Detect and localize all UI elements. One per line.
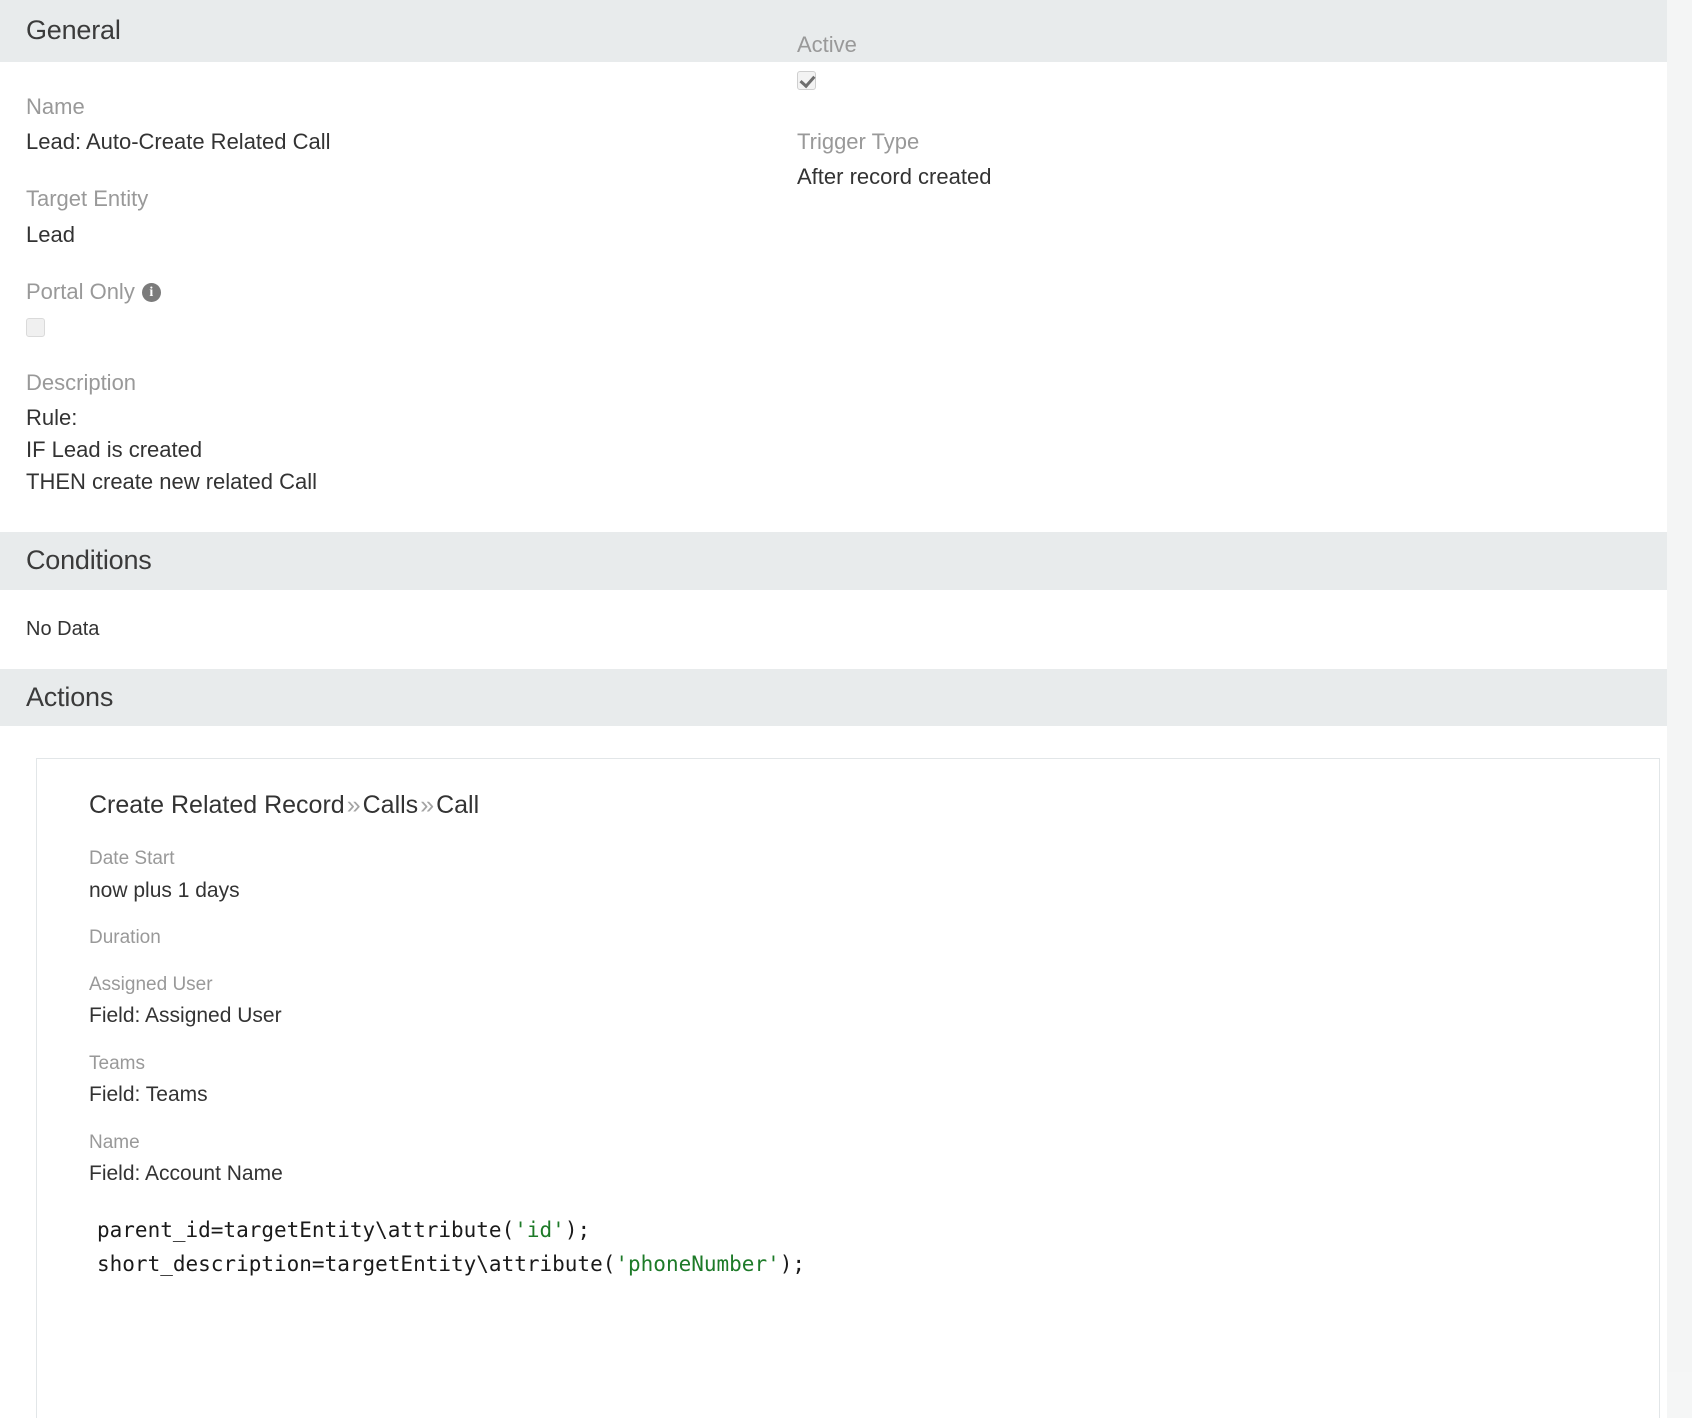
action-formula-code: parent_id=targetEntity\attribute('id'); …: [89, 1214, 1659, 1280]
action-value-name: Field: Account Name: [89, 1159, 1659, 1188]
code-line-2-post: );: [780, 1252, 805, 1276]
action-card: Create Related Record»Calls»Call Date St…: [36, 758, 1660, 1418]
action-value-assigned-user: Field: Assigned User: [89, 1001, 1659, 1030]
section-body-conditions: No Data: [0, 590, 1667, 669]
field-label-portal-only-text: Portal Only: [26, 277, 135, 307]
action-field-teams: Teams Field: Teams: [89, 1051, 1659, 1110]
code-line-2-pre: short_description=targetEntity\attribute…: [97, 1252, 615, 1276]
action-card-title: Create Related Record»Calls»Call: [89, 789, 1659, 822]
section-header-conditions: Conditions: [0, 532, 1667, 590]
action-title-main: Create Related Record: [89, 791, 345, 819]
action-title-separator-2: »: [418, 791, 436, 819]
code-line-1-post: );: [565, 1218, 590, 1242]
field-portal-only: Portal Only i: [26, 277, 834, 342]
action-label-name: Name: [89, 1130, 1659, 1157]
portal-only-checkbox[interactable]: [26, 318, 45, 337]
general-right-column: Active Trigger Type After record created: [797, 30, 1497, 193]
field-value-description: Rule: IF Lead is created THEN create new…: [26, 402, 834, 498]
field-target-entity: Target Entity Lead: [26, 184, 834, 251]
field-name: Name Lead: Auto-Create Related Call: [26, 92, 834, 159]
field-label-portal-only: Portal Only i: [26, 277, 834, 307]
field-label-name: Name: [26, 92, 834, 122]
action-field-assigned-user: Assigned User Field: Assigned User: [89, 972, 1659, 1031]
action-field-date-start: Date Start now plus 1 days: [89, 846, 1659, 905]
section-body-actions: Create Related Record»Calls»Call Date St…: [0, 726, 1667, 1418]
action-value-date-start: now plus 1 days: [89, 876, 1659, 905]
field-label-active: Active: [797, 30, 1497, 60]
section-body-general: Name Lead: Auto-Create Related Call Targ…: [0, 62, 1667, 532]
field-trigger-type: Trigger Type After record created: [797, 127, 1497, 194]
code-line-1-pre: parent_id=targetEntity\attribute(: [97, 1218, 514, 1242]
field-label-target-entity: Target Entity: [26, 184, 834, 214]
action-title-entity: Call: [436, 791, 479, 819]
code-line-1-string: 'id': [514, 1218, 565, 1242]
section-header-actions: Actions: [0, 669, 1667, 727]
action-field-name: Name Field: Account Name: [89, 1130, 1659, 1189]
action-label-assigned-user: Assigned User: [89, 972, 1659, 999]
field-description: Description Rule: IF Lead is created THE…: [26, 368, 834, 498]
general-field-grid: Name Lead: Auto-Create Related Call Targ…: [0, 62, 1667, 532]
action-title-link[interactable]: Calls: [363, 791, 419, 819]
action-label-duration: Duration: [89, 925, 1659, 952]
field-value-name: Lead: Auto-Create Related Call: [26, 126, 834, 158]
active-checkbox[interactable]: [797, 71, 816, 90]
field-label-description: Description: [26, 368, 834, 398]
general-left-column: Name Lead: Auto-Create Related Call Targ…: [0, 92, 834, 498]
field-value-trigger-type: After record created: [797, 161, 1497, 193]
action-value-teams: Field: Teams: [89, 1080, 1659, 1109]
conditions-no-data: No Data: [0, 590, 1667, 669]
record-detail-page: General Name Lead: Auto-Create Related C…: [0, 0, 1692, 1372]
code-line-2-string: 'phoneNumber': [615, 1252, 779, 1276]
action-label-date-start: Date Start: [89, 846, 1659, 873]
action-field-duration: Duration: [89, 925, 1659, 952]
info-icon[interactable]: i: [142, 283, 161, 302]
action-title-separator-1: »: [345, 791, 363, 819]
field-value-target-entity: Lead: [26, 219, 834, 251]
field-label-trigger-type: Trigger Type: [797, 127, 1497, 157]
action-label-teams: Teams: [89, 1051, 1659, 1078]
field-active: Active: [797, 30, 1497, 95]
